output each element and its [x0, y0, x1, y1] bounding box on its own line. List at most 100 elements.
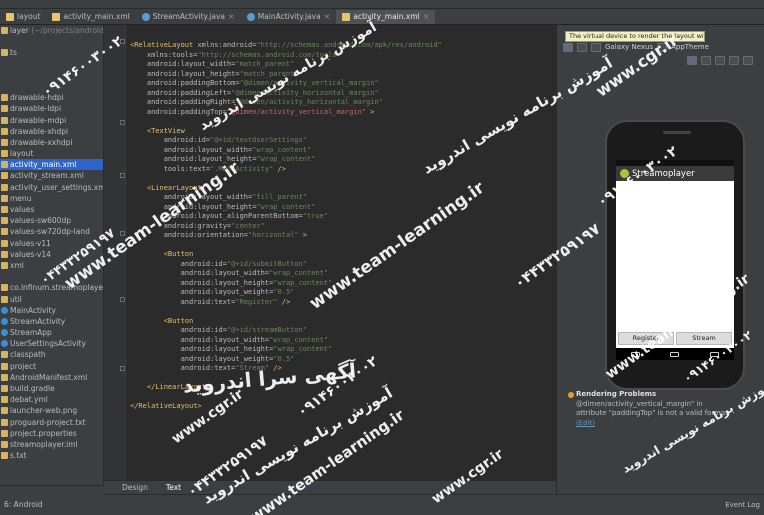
project-tree-item[interactable]: values-sw720dp-land: [0, 226, 103, 237]
project-tree-item[interactable]: util: [0, 294, 103, 305]
code-token: "@dimen/activity_horizontal_margin": [231, 88, 379, 97]
project-tree-item[interactable]: activity_stream.xml: [0, 170, 103, 181]
project-tree-item[interactable]: ts: [0, 47, 103, 58]
zoom-out-icon[interactable]: [715, 55, 725, 65]
editor-tab[interactable]: activity_main.xml: [46, 10, 135, 24]
project-tree-item[interactable]: drawable-xhdpi: [0, 126, 103, 137]
editor-mode-tab[interactable]: Text: [166, 483, 181, 492]
theme-selector[interactable]: AppTheme: [671, 43, 709, 51]
code-token: </RelativeLayout>: [130, 402, 202, 410]
editor-tab[interactable]: activity_main.xml ×: [336, 9, 436, 24]
project-tree-item[interactable]: UserSettingsActivity: [0, 338, 103, 349]
project-tree-item[interactable]: StreamApp: [0, 327, 103, 338]
project-tree-item[interactable]: activity_main.xml: [0, 159, 103, 171]
project-tree-label: StreamApp: [10, 328, 52, 338]
project-tree-item[interactable]: [0, 271, 103, 282]
app-title: Streamoplayer: [632, 168, 695, 179]
project-tree-item[interactable]: drawable-hdpi: [0, 92, 103, 103]
fold-marker-icon[interactable]: [120, 39, 125, 44]
code-token: android:text=: [130, 364, 236, 372]
close-tab-icon[interactable]: ×: [324, 12, 331, 21]
recents-icon[interactable]: [709, 351, 719, 357]
project-tree-item[interactable]: [0, 36, 103, 47]
project-tree-item[interactable]: proguard-project.txt: [0, 417, 103, 428]
code-token: android:layout_height=: [130, 202, 257, 211]
project-tree-label: classpath: [10, 350, 46, 360]
zoom-fit-icon[interactable]: [687, 55, 697, 65]
code-token: "wrap_content": [273, 345, 333, 353]
home-icon[interactable]: [670, 351, 680, 357]
project-tree-item[interactable]: debat.yml: [0, 394, 103, 405]
project-tree-item[interactable]: build.gradle: [0, 383, 103, 394]
code-line: android:layout_weight="0.5": [130, 355, 295, 365]
project-tree-item[interactable]: values-v14: [0, 249, 103, 260]
file-icon: [1, 161, 8, 169]
project-tree-item[interactable]: activity_user_settings.xml: [0, 182, 103, 193]
code-token: android:id=: [130, 326, 227, 334]
refresh-icon[interactable]: [743, 55, 753, 65]
project-tree-item[interactable]: StreamActivity: [0, 316, 103, 327]
editor-tab[interactable]: MainActivity.java ×: [241, 10, 337, 24]
fold-marker-icon[interactable]: [120, 297, 125, 302]
design-icon[interactable]: [563, 42, 573, 52]
editor-tab[interactable]: layout: [0, 10, 46, 24]
project-tree-item[interactable]: layout: [0, 148, 103, 159]
stream-button[interactable]: Stream: [676, 332, 732, 345]
editor-mode-tab[interactable]: Design: [122, 483, 148, 492]
blueprint-icon[interactable]: [577, 42, 587, 52]
fold-marker-icon[interactable]: [120, 366, 125, 371]
fold-marker-icon[interactable]: [120, 231, 125, 236]
project-tree-item[interactable]: launcher-web.png: [0, 405, 103, 416]
project-tree-item[interactable]: [0, 59, 103, 70]
project-tree-item[interactable]: AndroidManifest.xml: [0, 372, 103, 383]
back-icon[interactable]: [631, 351, 641, 357]
phone-frame: Streamoplayer Register Stream: [605, 120, 745, 390]
zoom-actual-icon[interactable]: [729, 55, 739, 65]
project-tree-label: menu: [10, 193, 32, 203]
problem-line: attribute "paddingTop" is not a valid fo…: [576, 409, 731, 417]
device-selector[interactable]: Galaxy Nexus: [605, 43, 653, 51]
project-tree-item[interactable]: s.txt: [0, 450, 103, 461]
project-tree-item[interactable]: layer (~/projects/android/: [0, 25, 103, 36]
project-tree-label: util: [10, 294, 22, 304]
project-tree-item[interactable]: project.properties: [0, 428, 103, 439]
edit-link[interactable]: (Edit): [576, 419, 595, 427]
project-tree-label: xml: [10, 260, 24, 270]
project-tree-item[interactable]: xml: [0, 260, 103, 271]
project-tree-item[interactable]: [0, 81, 103, 92]
fold-marker-icon[interactable]: [120, 120, 125, 125]
java-class-icon: [246, 12, 255, 21]
close-tab-icon[interactable]: ×: [228, 12, 235, 21]
java-class-icon: [1, 317, 8, 325]
project-tree-item[interactable]: drawable-ldpi: [0, 103, 103, 114]
fold-marker-icon[interactable]: [120, 173, 125, 178]
register-button[interactable]: Register: [618, 332, 674, 345]
project-tree-item[interactable]: project: [0, 361, 103, 372]
code-line: android:paddingBottom="@dimen/activity_v…: [130, 79, 379, 89]
project-tree-item[interactable]: drawable-mdpi: [0, 115, 103, 126]
project-tree-item[interactable]: menu: [0, 193, 103, 204]
rotate-icon[interactable]: [657, 42, 668, 52]
code-line: android:gravity="center": [130, 222, 265, 232]
code-token: android:layout_height=: [130, 69, 240, 78]
project-tree-item[interactable]: drawable-xxhdpi: [0, 137, 103, 148]
code-token: "fill_parent": [252, 193, 308, 201]
close-tab-icon[interactable]: ×: [423, 12, 430, 21]
code-token: android:layout_width=: [130, 335, 270, 344]
event-log-tab[interactable]: Event Log: [725, 501, 760, 509]
android-tool-tab[interactable]: 6: Android: [4, 500, 43, 509]
project-tree-item[interactable]: classpath: [0, 349, 103, 360]
code-line: android:layout_height="wrap_content": [130, 345, 333, 355]
editor-tab[interactable]: StreamActivity.java ×: [136, 10, 241, 24]
file-icon: [1, 150, 8, 158]
project-tree-item[interactable]: MainActivity: [0, 305, 103, 316]
zoom-in-icon[interactable]: [701, 55, 711, 65]
code-editor[interactable]: <RelativeLayout xmlns:android="http://sc…: [126, 25, 556, 480]
project-tree-item[interactable]: values-sw600dp: [0, 215, 103, 226]
project-tree-item[interactable]: co.infinum.streamoplayer: [0, 282, 103, 293]
project-tree-item[interactable]: streamoplayer.iml: [0, 439, 103, 450]
project-tree-item[interactable]: values: [0, 204, 103, 215]
device-icon[interactable]: [591, 42, 601, 52]
project-tree-item[interactable]: [0, 70, 103, 81]
project-tree-item[interactable]: values-v11: [0, 238, 103, 249]
